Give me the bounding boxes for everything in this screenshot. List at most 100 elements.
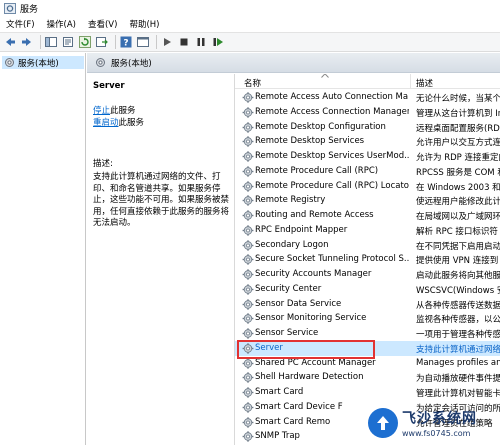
service-gear-icon (242, 387, 254, 398)
service-row[interactable]: Remote Procedure Call (RPC) Locator 在 Win… (235, 179, 500, 194)
service-description: 远程桌面配置服务(RDC (416, 123, 500, 134)
service-description: 为自动播放硬件事件提 (416, 374, 500, 385)
service-description: 在 Windows 2003 和 (416, 182, 500, 193)
service-description: 支持此计算机通过网络 (416, 344, 500, 355)
description-pane: Server 停止此服务 重启动此服务 描述: 支持此计算机通过网络的文件、打印… (87, 74, 234, 445)
forward-arrow-icon[interactable] (20, 35, 34, 49)
service-gear-icon (242, 402, 254, 413)
services-icon (5, 58, 14, 67)
service-gear-icon (242, 166, 254, 177)
menu-file[interactable]: 文件(F) (6, 18, 35, 30)
help-icon[interactable]: ? (119, 35, 133, 49)
service-row[interactable]: Secure Socket Tunneling Protocol S... 提供使… (235, 252, 500, 267)
service-row[interactable]: Remote Registry 使远程用户能修改此计 (235, 193, 500, 208)
restart-service-link[interactable]: 重启动 (93, 118, 119, 128)
watermark-logo (368, 407, 398, 438)
service-gear-icon (242, 431, 254, 442)
restart-service-row: 重启动此服务 (93, 117, 228, 129)
service-gear-icon (242, 107, 254, 118)
services-icon (96, 58, 105, 67)
service-gear-icon (242, 328, 254, 339)
title-bar: 服务 (0, 0, 500, 16)
description-label: 描述: (93, 159, 113, 169)
service-description: 在不同凭据下启用启动 (416, 241, 500, 252)
service-row[interactable]: Remote Desktop Services UserMod... 允许为 RD… (235, 149, 500, 164)
service-row[interactable]: Remote Desktop Services 允许用户以交互方式连 (235, 134, 500, 149)
menu-help[interactable]: 帮助(H) (129, 18, 159, 30)
service-row[interactable]: Secondary Logon 在不同凭据下启用启动 (235, 238, 500, 253)
service-name: Remote Desktop Configuration (255, 121, 386, 132)
menu-action[interactable]: 操作(A) (47, 18, 76, 30)
service-name: Remote Desktop Services (255, 136, 365, 147)
service-row[interactable]: Server 支持此计算机通过网络 (235, 340, 500, 356)
service-row[interactable]: Security Center WSCSVC(Windows 安 (235, 282, 500, 297)
service-row[interactable]: Remote Access Auto Connection Ma... 无论什么时… (235, 90, 500, 105)
show-tree-icon[interactable] (44, 35, 58, 49)
service-gear-icon (242, 269, 254, 280)
service-row[interactable]: Routing and Remote Access 在局域网以及广域网环 (235, 208, 500, 223)
service-description: 监视各种传感器，以公 (416, 315, 500, 326)
service-row[interactable]: Remote Access Connection Manager 管理从这台计算机… (235, 105, 500, 120)
service-row[interactable]: Security Accounts Manager 启动此服务将向其他服 (235, 267, 500, 282)
service-row[interactable]: RPC Endpoint Mapper 解析 RPC 接口标识符 (235, 223, 500, 238)
console-icon[interactable] (136, 35, 150, 49)
service-gear-icon (242, 210, 254, 221)
restart-icon[interactable] (211, 35, 225, 49)
service-gear-icon (242, 416, 254, 428)
play-icon[interactable] (160, 35, 174, 49)
services-app-icon (4, 2, 16, 14)
service-name: Server (255, 342, 283, 353)
service-description: 从各种传感器传送数据 (416, 300, 500, 311)
service-name: Remote Access Connection Manager (255, 106, 409, 117)
service-row[interactable]: Sensor Service 一项用于管理各种传感 (235, 326, 500, 341)
service-description: 一项用于管理各种传感 (416, 330, 500, 340)
tree-item-services-local[interactable]: 服务(本地) (2, 56, 84, 69)
content-header-label: 服务(本地) (111, 58, 152, 69)
service-description: 在局域网以及广域网环 (416, 212, 500, 222)
window-title: 服务 (20, 4, 39, 15)
service-row[interactable]: Shell Hardware Detection 为自动播放硬件事件提 (235, 370, 500, 385)
service-name: Remote Desktop Services UserMod... (255, 151, 409, 161)
service-gear-icon (242, 313, 254, 324)
properties-icon[interactable] (61, 35, 75, 49)
service-gear-icon (242, 254, 254, 265)
svg-text:?: ? (123, 39, 128, 49)
service-name: Security Center (255, 283, 322, 294)
service-row[interactable]: Sensor Data Service 从各种传感器传送数据 (235, 297, 500, 312)
service-row[interactable]: Sensor Monitoring Service 监视各种传感器，以公 (235, 311, 500, 326)
service-gear-icon (242, 151, 254, 162)
column-header-description[interactable]: 描述 (416, 77, 433, 89)
service-row[interactable]: Remote Procedure Call (RPC) RPCSS 服务是 COM… (235, 164, 500, 179)
toolbar-separator (115, 35, 116, 49)
service-gear-icon (242, 92, 254, 103)
service-description: Manages profiles an (416, 357, 500, 368)
service-gear-icon (242, 121, 254, 133)
export-icon[interactable] (95, 35, 109, 49)
toolbar-separator (40, 35, 41, 49)
menu-bar: 文件(F) 操作(A) 查看(V) 帮助(H) (0, 16, 500, 32)
column-separator[interactable] (410, 74, 411, 89)
service-description: 允许用户以交互方式连 (416, 138, 500, 149)
service-description: 管理从这台计算机到 In (416, 108, 500, 119)
services-list: 名称 描述 Remote Access Auto Connection Ma..… (234, 74, 500, 445)
service-rows: Remote Access Auto Connection Ma... 无论什么时… (235, 90, 500, 444)
refresh-icon[interactable] (78, 35, 92, 49)
service-row[interactable]: Smart Card 管理此计算机对智能卡 (235, 385, 500, 400)
description-text: 支持此计算机通过网络的文件、打印、和命名管道共享。如果服务停止，这些功能不可用。… (93, 172, 230, 228)
list-header: 名称 描述 (235, 74, 500, 89)
menu-view[interactable]: 查看(V) (88, 18, 117, 30)
stop-service-link[interactable]: 停止 (93, 106, 110, 116)
service-description: 启动此服务将向其他服 (416, 271, 500, 281)
stop-icon[interactable] (177, 35, 191, 49)
service-row[interactable]: Shared PC Account Manager Manages profile… (235, 356, 500, 371)
back-arrow-icon[interactable] (3, 35, 17, 49)
service-name: Shared PC Account Manager (255, 357, 376, 368)
pause-icon[interactable] (194, 35, 208, 49)
service-name: Smart Card (255, 387, 304, 397)
service-gear-icon (242, 372, 254, 383)
column-header-name[interactable]: 名称 (244, 77, 261, 89)
service-row[interactable]: Remote Desktop Configuration 远程桌面配置服务(RDC (235, 120, 500, 135)
service-description: WSCSVC(Windows 安 (416, 285, 500, 296)
service-name: Shell Hardware Detection (255, 372, 364, 383)
service-description: 管理此计算机对智能卡 (416, 389, 500, 399)
